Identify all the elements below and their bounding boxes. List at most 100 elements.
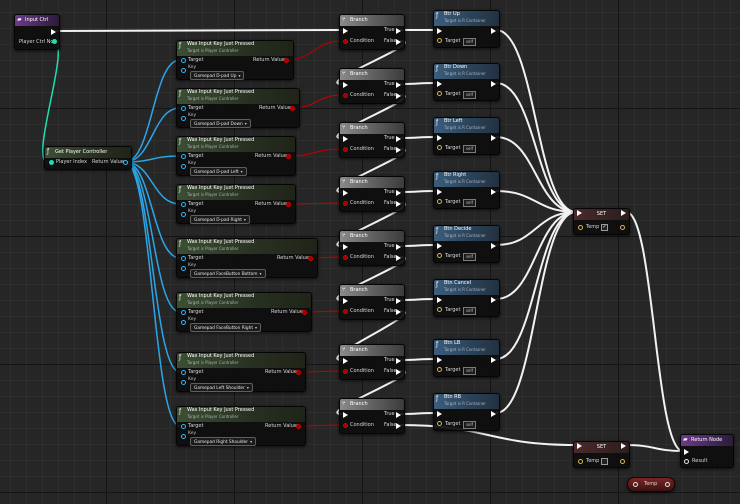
- exec-out-pin[interactable]: [491, 411, 496, 417]
- exec-in-pin[interactable]: [343, 82, 348, 88]
- return-value-pin[interactable]: [302, 310, 307, 315]
- branch-node[interactable]: ⑂ Branch Condition True False: [339, 176, 405, 212]
- exec-in-pin[interactable]: [437, 189, 442, 195]
- condition-pin[interactable]: [343, 201, 348, 206]
- return-value-pin[interactable]: [286, 202, 291, 207]
- custom-event-call-node[interactable]: ƒ Btn Cancel Target is R Container Target se…: [433, 279, 500, 317]
- temp-pin[interactable]: [578, 459, 583, 464]
- key-pin[interactable]: [181, 116, 186, 121]
- condition-pin[interactable]: [343, 423, 348, 428]
- custom-event-call-node[interactable]: ƒ Btn Decide Target is R Container Target se…: [433, 225, 500, 263]
- player-index-pin[interactable]: [49, 160, 54, 165]
- blueprint-graph-canvas[interactable]: ▰ Input Ctrl Player Ctrl No. ƒ Get Player …: [0, 0, 740, 504]
- target-pin[interactable]: [437, 199, 442, 204]
- target-pin[interactable]: [437, 145, 442, 150]
- target-pin[interactable]: [181, 106, 186, 111]
- custom-event-call-node[interactable]: ƒ Btr Down Target is R Container Target self: [433, 63, 500, 101]
- result-pin[interactable]: [684, 459, 689, 464]
- key-selector-dropdown[interactable]: Gamepad D-pad Down ▾: [190, 119, 251, 128]
- exec-out-pin[interactable]: [491, 81, 496, 87]
- key-pin[interactable]: [181, 212, 186, 217]
- was-input-key-just-pressed-node[interactable]: ƒ Was Input Key Just Pressed Target is Pla…: [176, 238, 318, 278]
- return-value-pin[interactable]: [296, 370, 301, 375]
- exec-in-pin[interactable]: [343, 190, 348, 196]
- key-selector-dropdown[interactable]: Gamepad Left Shoulder ▾: [190, 383, 253, 392]
- exec-in-pin[interactable]: [343, 358, 348, 364]
- exec-out-pin[interactable]: [491, 28, 496, 34]
- exec-false-pin[interactable]: [396, 93, 401, 99]
- exec-in-pin[interactable]: [684, 449, 689, 455]
- custom-event-call-node[interactable]: ƒ Btr Right Target is R Container Target sel…: [433, 171, 500, 209]
- return-node[interactable]: ▰ Return Node Result: [680, 434, 734, 468]
- condition-pin[interactable]: [343, 147, 348, 152]
- self-value-box[interactable]: self: [463, 307, 476, 315]
- was-input-key-just-pressed-node[interactable]: ƒ Was Input Key Just Pressed Target is Pla…: [176, 406, 306, 446]
- branch-node[interactable]: ⑂ Branch Condition True False: [339, 398, 405, 434]
- target-pin[interactable]: [181, 424, 186, 429]
- condition-pin[interactable]: [343, 369, 348, 374]
- was-input-key-just-pressed-node[interactable]: ƒ Was Input Key Just Pressed Target is Pla…: [176, 292, 312, 332]
- temp-variable-node[interactable]: Temp: [627, 477, 675, 492]
- custom-event-call-node[interactable]: ƒ Btn LB Target is R Container Target self: [433, 339, 500, 377]
- key-selector-dropdown[interactable]: Gamepad FaceButton Bottom ▾: [190, 269, 266, 278]
- exec-in-pin[interactable]: [437, 357, 442, 363]
- exec-true-pin[interactable]: [396, 244, 401, 250]
- branch-node[interactable]: ⑂ Branch Condition True False: [339, 122, 405, 158]
- exec-out-pin[interactable]: [51, 29, 56, 35]
- exec-in-pin[interactable]: [343, 136, 348, 142]
- temp-checkbox[interactable]: ✓: [601, 224, 608, 231]
- exec-true-pin[interactable]: [396, 136, 401, 142]
- condition-pin[interactable]: [343, 39, 348, 44]
- exec-false-pin[interactable]: [396, 147, 401, 153]
- target-pin[interactable]: [181, 202, 186, 207]
- target-pin[interactable]: [181, 310, 186, 315]
- exec-true-pin[interactable]: [396, 82, 401, 88]
- target-pin[interactable]: [437, 91, 442, 96]
- set-temp-false-node[interactable]: SET Temp: [573, 441, 630, 468]
- self-value-box[interactable]: self: [463, 253, 476, 261]
- key-pin[interactable]: [181, 434, 186, 439]
- branch-node[interactable]: ⑂ Branch Condition True False: [339, 284, 405, 320]
- exec-in-pin[interactable]: [437, 243, 442, 249]
- exec-in-pin[interactable]: [577, 210, 582, 216]
- exec-false-pin[interactable]: [396, 255, 401, 261]
- exec-in-pin[interactable]: [437, 411, 442, 417]
- exec-in-pin[interactable]: [343, 28, 348, 34]
- key-pin[interactable]: [181, 68, 186, 73]
- branch-node[interactable]: ⑂ Branch Condition True False: [339, 14, 405, 50]
- self-value-box[interactable]: self: [463, 367, 476, 375]
- self-value-box[interactable]: self: [463, 421, 476, 429]
- exec-true-pin[interactable]: [396, 412, 401, 418]
- key-selector-dropdown[interactable]: Gamepad D-pad Right ▾: [190, 215, 250, 224]
- self-value-box[interactable]: self: [463, 145, 476, 153]
- target-pin[interactable]: [437, 253, 442, 258]
- target-pin[interactable]: [437, 421, 442, 426]
- return-value-pin[interactable]: [123, 160, 128, 165]
- temp-in-pin[interactable]: [633, 482, 638, 487]
- key-pin[interactable]: [181, 164, 186, 169]
- target-pin[interactable]: [437, 38, 442, 43]
- key-selector-dropdown[interactable]: Gamepad Right Shoulder ▾: [190, 437, 257, 446]
- exec-false-pin[interactable]: [396, 309, 401, 315]
- exec-in-pin[interactable]: [343, 412, 348, 418]
- exec-in-pin[interactable]: [343, 298, 348, 304]
- temp-checkbox[interactable]: [601, 458, 608, 465]
- return-value-pin[interactable]: [308, 256, 313, 261]
- exec-false-pin[interactable]: [396, 423, 401, 429]
- was-input-key-just-pressed-node[interactable]: ƒ Was Input Key Just Pressed Target is Pla…: [176, 352, 306, 392]
- exec-out-pin[interactable]: [491, 135, 496, 141]
- exec-out-pin[interactable]: [491, 189, 496, 195]
- exec-in-pin[interactable]: [577, 443, 582, 449]
- exec-false-pin[interactable]: [396, 39, 401, 45]
- target-pin[interactable]: [181, 154, 186, 159]
- target-pin[interactable]: [181, 370, 186, 375]
- condition-pin[interactable]: [343, 255, 348, 260]
- get-player-controller-node[interactable]: ƒ Get Player Controller Player Index Retu…: [44, 146, 132, 170]
- branch-node[interactable]: ⑂ Branch Condition True False: [339, 68, 405, 104]
- temp-out-pin[interactable]: [665, 482, 670, 487]
- key-pin[interactable]: [181, 266, 186, 271]
- was-input-key-just-pressed-node[interactable]: ƒ Was Input Key Just Pressed Target is Pla…: [176, 136, 296, 176]
- target-pin[interactable]: [437, 307, 442, 312]
- condition-pin[interactable]: [343, 309, 348, 314]
- exec-false-pin[interactable]: [396, 369, 401, 375]
